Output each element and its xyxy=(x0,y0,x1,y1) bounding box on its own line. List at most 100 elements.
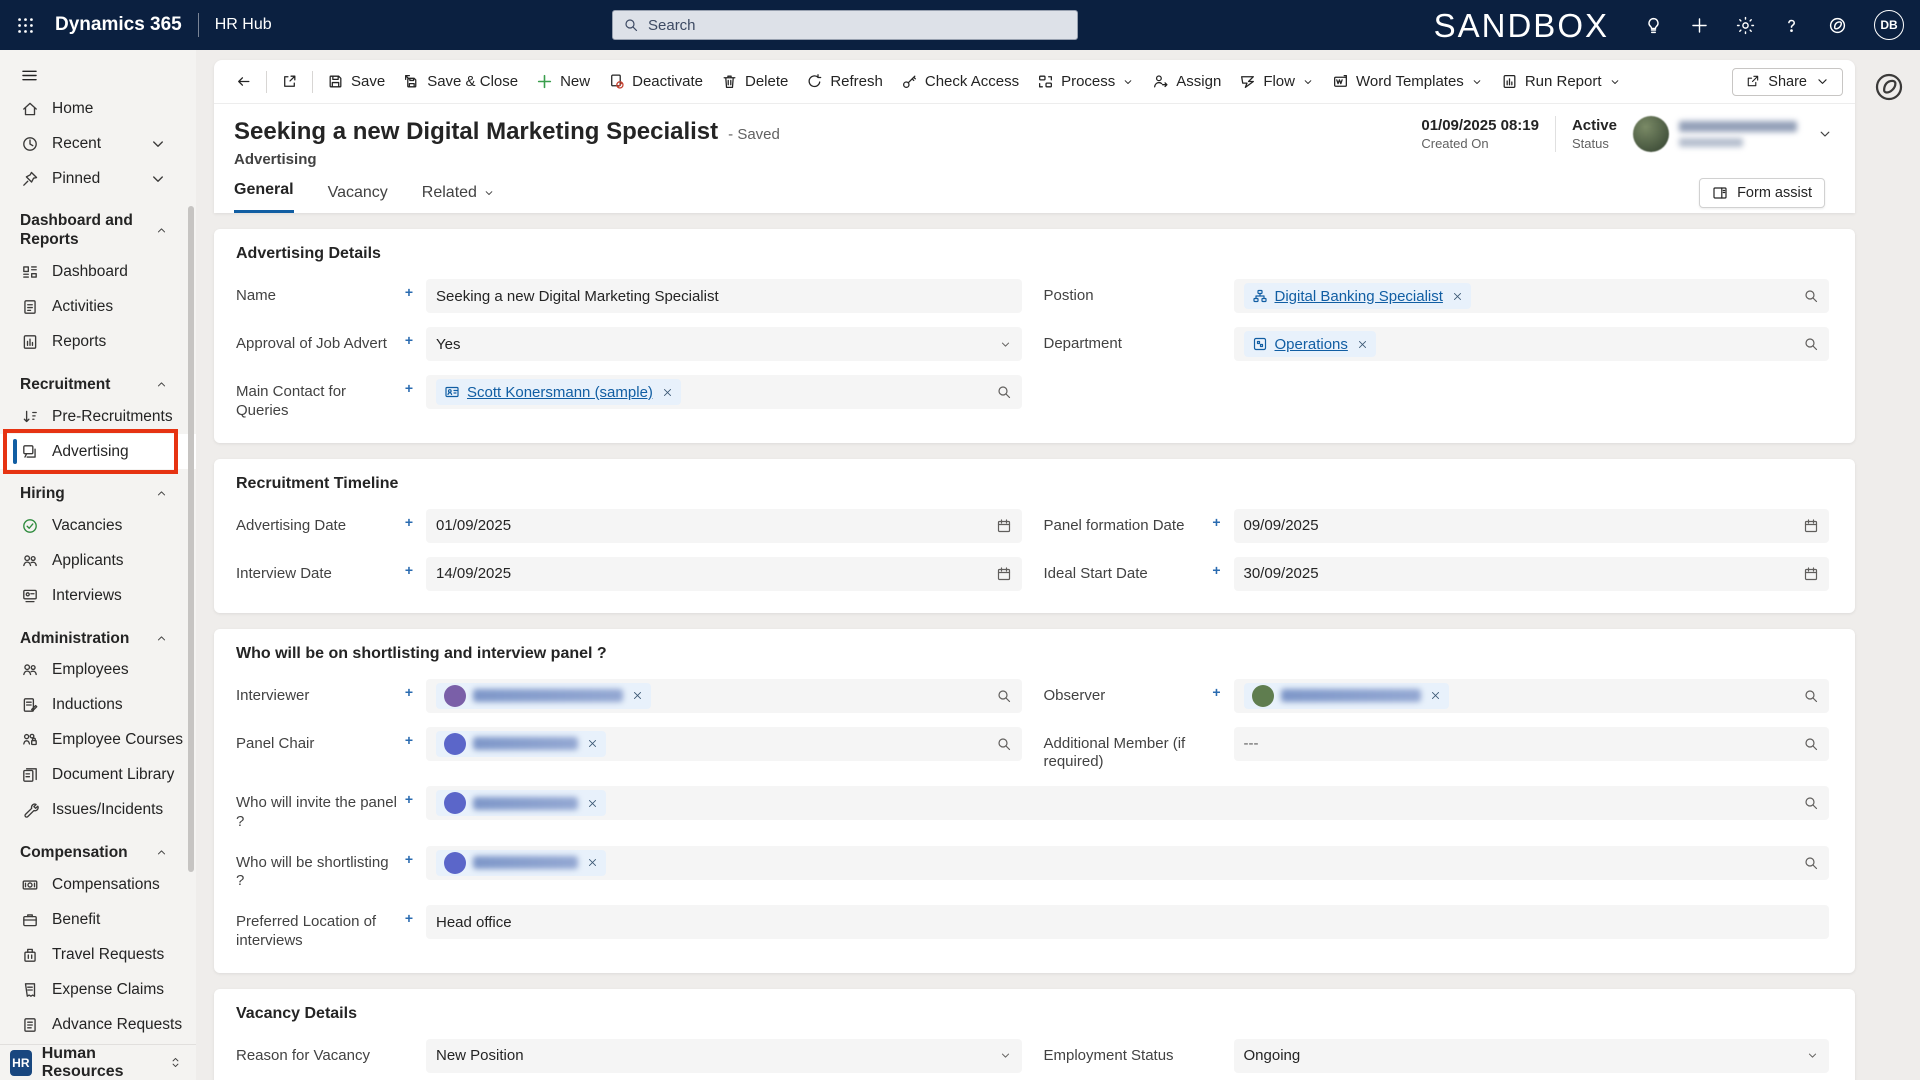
sidebar-item-compensations[interactable]: Compensations xyxy=(0,867,196,902)
sidebar-item-employees[interactable]: Employees xyxy=(0,653,196,688)
sidebar-item-vacancies[interactable]: Vacancies xyxy=(0,509,196,544)
command-deactivate[interactable]: Deactivate xyxy=(599,67,712,96)
field-input-preferred-location-of-interviews[interactable]: Head office xyxy=(426,905,1829,939)
copilot-topbar-icon[interactable] xyxy=(1828,16,1847,35)
sidebar-item-dashboard[interactable]: Dashboard xyxy=(0,255,196,290)
magnifier-icon[interactable] xyxy=(1803,688,1819,704)
sidebar-item-expense-claims[interactable]: Expense Claims xyxy=(0,972,196,1007)
waffle-icon[interactable] xyxy=(0,16,45,35)
lookup-chip-operations[interactable]: Operations xyxy=(1243,331,1376,357)
plus-icon[interactable] xyxy=(1690,16,1709,35)
person-chip-blurred[interactable] xyxy=(436,790,606,816)
header-collapse-chevron-icon[interactable] xyxy=(1817,126,1833,142)
sidebar-section-compensation[interactable]: Compensation xyxy=(0,834,196,867)
sidebar-item-applicants[interactable]: Applicants xyxy=(0,544,196,579)
field-input-approval-of-job-advert[interactable]: Yes xyxy=(426,327,1022,361)
sidebar-item-pinned[interactable]: Pinned xyxy=(0,161,196,196)
remove-chip-icon[interactable] xyxy=(587,798,598,809)
lightbulb-icon[interactable] xyxy=(1644,16,1663,35)
sidebar-item-employee-courses[interactable]: Employee Courses xyxy=(0,723,196,758)
form-assist-button[interactable]: Form assist xyxy=(1699,178,1825,208)
field-input-who-will-be-shortlisting[interactable] xyxy=(426,845,1829,880)
field-input-panel-formation-date[interactable]: 09/09/2025 xyxy=(1233,508,1829,543)
command-assign[interactable]: Assign xyxy=(1143,67,1230,96)
remove-chip-icon[interactable] xyxy=(632,690,643,701)
tab-related[interactable]: Related xyxy=(422,184,495,213)
lookup-link[interactable]: Scott Konersmann (sample) xyxy=(467,384,653,401)
sidebar-section-administration[interactable]: Administration xyxy=(0,620,196,653)
global-search-input[interactable]: Search xyxy=(612,10,1078,40)
person-chip-blurred[interactable] xyxy=(436,682,651,709)
field-input-panel-chair[interactable] xyxy=(426,726,1022,761)
app-title[interactable]: Dynamics 365 xyxy=(55,14,182,36)
sidebar-item-issues-incidents[interactable]: Issues/Incidents xyxy=(0,793,196,828)
field-input-advertising-date[interactable]: 01/09/2025 xyxy=(426,508,1022,543)
lookup-link[interactable]: Operations xyxy=(1275,336,1348,353)
field-input-additional-member-if-required[interactable]: --- xyxy=(1233,726,1829,761)
field-input-name[interactable]: Seeking a new Digital Marketing Speciali… xyxy=(426,279,1022,313)
sidebar-item-inductions[interactable]: Inductions xyxy=(0,688,196,723)
open-in-new-window-button[interactable] xyxy=(272,67,307,96)
sidebar-section-recruitment[interactable]: Recruitment xyxy=(0,366,196,399)
sidebar-item-reports[interactable]: Reports xyxy=(0,325,196,360)
copilot-side-icon[interactable] xyxy=(1874,72,1904,102)
app-area-title[interactable]: HR Hub xyxy=(215,16,272,34)
magnifier-icon[interactable] xyxy=(996,384,1012,400)
field-input-reason-for-vacancy[interactable]: New Position xyxy=(426,1038,1022,1073)
calendar-icon[interactable] xyxy=(996,566,1012,582)
owner-block[interactable] xyxy=(1633,116,1797,152)
back-button[interactable] xyxy=(226,67,261,96)
sidebar-item-benefit[interactable]: Benefit xyxy=(0,902,196,937)
remove-chip-icon[interactable] xyxy=(662,387,673,398)
field-input-employment-status[interactable]: Ongoing xyxy=(1233,1038,1829,1073)
calendar-icon[interactable] xyxy=(996,518,1012,534)
field-input-department[interactable]: Operations xyxy=(1233,327,1829,361)
command-new[interactable]: New xyxy=(527,67,599,96)
person-chip-blurred[interactable] xyxy=(436,849,606,876)
sidebar-item-document-library[interactable]: Document Library xyxy=(0,758,196,793)
remove-chip-icon[interactable] xyxy=(587,857,598,868)
magnifier-icon[interactable] xyxy=(1803,736,1819,752)
chevron-down-icon[interactable] xyxy=(1806,1049,1819,1062)
magnifier-icon[interactable] xyxy=(996,688,1012,704)
command-delete[interactable]: Delete xyxy=(712,67,797,96)
hamburger-menu-icon[interactable] xyxy=(0,50,39,91)
magnifier-icon[interactable] xyxy=(1803,288,1819,304)
chevron-down-icon[interactable] xyxy=(999,1049,1012,1062)
sidebar-section-hiring[interactable]: Hiring xyxy=(0,475,196,508)
remove-chip-icon[interactable] xyxy=(1430,690,1441,701)
lookup-link[interactable]: Digital Banking Specialist xyxy=(1275,288,1443,305)
field-input-interview-date[interactable]: 14/09/2025 xyxy=(426,556,1022,591)
sidebar-item-advertising[interactable]: Advertising xyxy=(0,429,196,475)
sidebar-item-activities[interactable]: Activities xyxy=(0,290,196,325)
field-input-main-contact-for-queries[interactable]: Scott Konersmann (sample) xyxy=(426,375,1022,409)
sidebar-item-travel-requests[interactable]: Travel Requests xyxy=(0,937,196,972)
sidebar-section-dashboard-and-reports[interactable]: Dashboard and Reports xyxy=(0,202,196,255)
sidebar-item-recent[interactable]: Recent xyxy=(0,126,196,161)
command-process[interactable]: Process xyxy=(1028,67,1143,96)
remove-chip-icon[interactable] xyxy=(1452,291,1463,302)
lookup-chip-digital-banking-specialist[interactable]: Digital Banking Specialist xyxy=(1243,283,1471,309)
share-button[interactable]: Share xyxy=(1732,67,1843,96)
command-run-report[interactable]: Run Report xyxy=(1492,67,1630,96)
field-input-who-will-invite-the-panel[interactable] xyxy=(426,786,1829,820)
magnifier-icon[interactable] xyxy=(996,736,1012,752)
tab-general[interactable]: General xyxy=(234,181,294,213)
command-save-close[interactable]: Save & Close xyxy=(394,67,527,96)
lookup-chip-scott-konersmann-sample[interactable]: Scott Konersmann (sample) xyxy=(436,379,681,405)
command-word-templates[interactable]: Word Templates xyxy=(1323,67,1492,96)
sidebar-scrollbar[interactable] xyxy=(188,206,194,872)
app-switcher[interactable]: HR Human Resources xyxy=(0,1044,196,1080)
command-save[interactable]: Save xyxy=(318,67,394,96)
calendar-icon[interactable] xyxy=(1803,566,1819,582)
field-input-postion[interactable]: Digital Banking Specialist xyxy=(1233,279,1829,313)
magnifier-icon[interactable] xyxy=(1803,336,1819,352)
user-avatar[interactable]: DB xyxy=(1874,10,1904,40)
tab-vacancy[interactable]: Vacancy xyxy=(328,184,388,213)
calendar-icon[interactable] xyxy=(1803,518,1819,534)
remove-chip-icon[interactable] xyxy=(1357,339,1368,350)
field-input-ideal-start-date[interactable]: 30/09/2025 xyxy=(1233,556,1829,591)
command-check-access[interactable]: Check Access xyxy=(892,67,1028,96)
sidebar-item-pre-recruitments[interactable]: Pre-Recruitments xyxy=(0,399,196,434)
field-input-interviewer[interactable] xyxy=(426,678,1022,713)
